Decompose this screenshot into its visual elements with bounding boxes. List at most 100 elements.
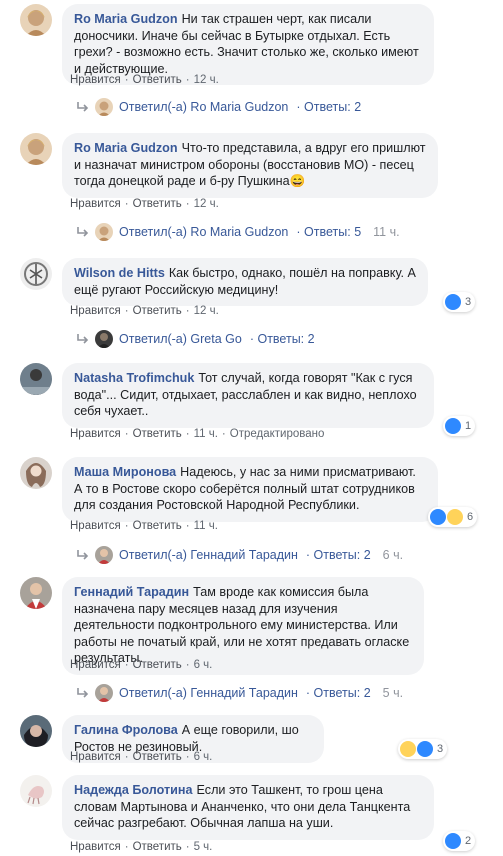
replies-link[interactable]: Ответил(-а) Greta Go · Ответы: 2: [75, 330, 315, 348]
like-link[interactable]: Нравится: [70, 428, 121, 440]
comment-author[interactable]: Ro Maria Gudzon: [74, 12, 178, 26]
comment-actions: Нравится · Ответить · 5 ч.: [70, 841, 213, 853]
like-link[interactable]: Нравится: [70, 659, 121, 671]
comment-author[interactable]: Галина Фролова: [74, 723, 178, 737]
like-link[interactable]: Нравится: [70, 74, 121, 86]
reactions-count: 6: [467, 511, 474, 523]
reply-arrow-icon: [77, 688, 89, 698]
reply-avatar: [95, 98, 113, 116]
reply-name: Ro Maria Gudzon: [190, 100, 289, 114]
replies-link[interactable]: Ответил(-а) Ro Maria Gudzon · Ответы: 5 …: [75, 223, 400, 241]
reactions-summary[interactable]: 3: [443, 292, 476, 312]
replied-prefix: Ответил(-а): [119, 100, 187, 114]
replies-count-label: · Ответы: 2: [305, 686, 371, 700]
comment-time[interactable]: 11 ч.: [194, 520, 218, 532]
comment-time[interactable]: 11 ч.: [194, 428, 218, 440]
comment-actions: Нравится · Ответить · 12 ч.: [70, 198, 219, 210]
reply-link[interactable]: Ответить: [133, 751, 182, 763]
reply-name: Ro Maria Gudzon: [190, 225, 289, 239]
like-reaction-icon: [430, 509, 446, 525]
replies-count: 2: [307, 332, 315, 346]
like-link[interactable]: Нравится: [70, 520, 121, 532]
reply-link[interactable]: Ответить: [133, 305, 182, 317]
reply-time[interactable]: 11 ч.: [373, 225, 399, 239]
reactions-summary[interactable]: 2: [443, 831, 476, 851]
like-link[interactable]: Нравится: [70, 198, 121, 210]
replies-count: 5: [354, 225, 362, 239]
like-reaction-icon: [417, 741, 433, 757]
comment-bubble: Надежда Болотина Если это Ташкент, то гро…: [62, 775, 434, 840]
replies-count: 2: [354, 100, 362, 114]
comment-time[interactable]: 6 ч.: [194, 751, 213, 763]
replies-count-label: · Ответы: 2: [296, 100, 362, 114]
comment-actions: Нравится · Ответить · 6 ч.: [70, 659, 213, 671]
reply-avatar: [95, 223, 113, 241]
edited-label[interactable]: Отредактировано: [230, 428, 325, 440]
reply-link[interactable]: Ответить: [133, 428, 182, 440]
like-link[interactable]: Нравится: [70, 751, 121, 763]
reactions-count: 1: [465, 420, 472, 432]
comment-author[interactable]: Wilson de Hitts: [74, 266, 165, 280]
reply-link[interactable]: Ответить: [133, 659, 182, 671]
avatar[interactable]: [20, 258, 52, 290]
reply-name: Геннадий Тарадин: [190, 686, 298, 700]
like-reaction-icon: [445, 418, 461, 434]
comment-bubble: Маша Миронова Надеюсь, у нас за ними прис…: [62, 457, 438, 522]
reply-avatar: [95, 684, 113, 702]
reply-name: Greta Go: [190, 332, 242, 346]
reactions-summary[interactable]: 6: [428, 507, 478, 527]
replied-prefix: Ответил(-а): [119, 225, 187, 239]
comment-actions: Нравится · Ответить · 11 ч. · Отредактировано: [70, 428, 325, 440]
comment-author[interactable]: Ro Maria Gudzon: [74, 141, 178, 155]
comment-time[interactable]: 6 ч.: [194, 659, 213, 671]
like-reaction-icon: [445, 833, 461, 849]
reactions-count: 3: [465, 296, 472, 308]
reactions-count: 3: [437, 743, 444, 755]
comment-actions: Нравится · Ответить · 12 ч.: [70, 74, 219, 86]
replies-count: 2: [363, 548, 371, 562]
comment-author[interactable]: Надежда Болотина: [74, 783, 193, 797]
haha-reaction-icon: [400, 741, 416, 757]
reactions-summary[interactable]: 1: [443, 416, 476, 436]
comment-time[interactable]: 12 ч.: [194, 198, 219, 210]
like-link[interactable]: Нравится: [70, 305, 121, 317]
avatar[interactable]: [20, 133, 52, 165]
like-link[interactable]: Нравится: [70, 841, 121, 853]
comment-time[interactable]: 12 ч.: [194, 74, 219, 86]
avatar[interactable]: [20, 4, 52, 36]
reply-arrow-icon: [77, 102, 89, 112]
replies-link[interactable]: Ответил(-а) Геннадий Тарадин · Ответы: 2…: [75, 546, 403, 564]
reply-arrow-icon: [77, 227, 89, 237]
like-reaction-icon: [445, 294, 461, 310]
replies-link[interactable]: Ответил(-а) Геннадий Тарадин · Ответы: 2…: [75, 684, 403, 702]
replies-count-label: · Ответы: 5: [296, 225, 362, 239]
replies-count-label: · Ответы: 2: [249, 332, 315, 346]
reply-link[interactable]: Ответить: [133, 74, 182, 86]
reply-link[interactable]: Ответить: [133, 520, 182, 532]
avatar[interactable]: [20, 363, 52, 395]
reply-arrow-icon: [77, 334, 89, 344]
comment-author[interactable]: Natasha Trofimchuk: [74, 371, 194, 385]
comment-actions: Нравится · Ответить · 6 ч.: [70, 751, 213, 763]
reply-link[interactable]: Ответить: [133, 841, 182, 853]
replies-link[interactable]: Ответил(-а) Ro Maria Gudzon · Ответы: 2: [75, 98, 361, 116]
comment-bubble: Ro Maria Gudzon Что-то представила, а вдр…: [62, 133, 438, 198]
reactions-summary[interactable]: 3: [398, 739, 448, 759]
reply-link[interactable]: Ответить: [133, 198, 182, 210]
avatar[interactable]: [20, 577, 52, 609]
comment-author[interactable]: Маша Миронова: [74, 465, 176, 479]
reply-time[interactable]: 6 ч.: [383, 548, 403, 562]
reply-time[interactable]: 5 ч.: [383, 686, 403, 700]
comment-time[interactable]: 5 ч.: [194, 841, 213, 853]
replied-prefix: Ответил(-а): [119, 332, 187, 346]
comment-author[interactable]: Геннадий Тарадин: [74, 585, 189, 599]
avatar[interactable]: [20, 715, 52, 747]
comment-actions: Нравится · Ответить · 11 ч.: [70, 520, 218, 532]
avatar[interactable]: [20, 457, 52, 489]
haha-reaction-icon: [447, 509, 463, 525]
reply-name: Геннадий Тарадин: [190, 548, 298, 562]
reply-avatar: [95, 546, 113, 564]
comment-time[interactable]: 12 ч.: [194, 305, 219, 317]
comment-actions: Нравится · Ответить · 12 ч.: [70, 305, 219, 317]
avatar[interactable]: [20, 775, 52, 807]
